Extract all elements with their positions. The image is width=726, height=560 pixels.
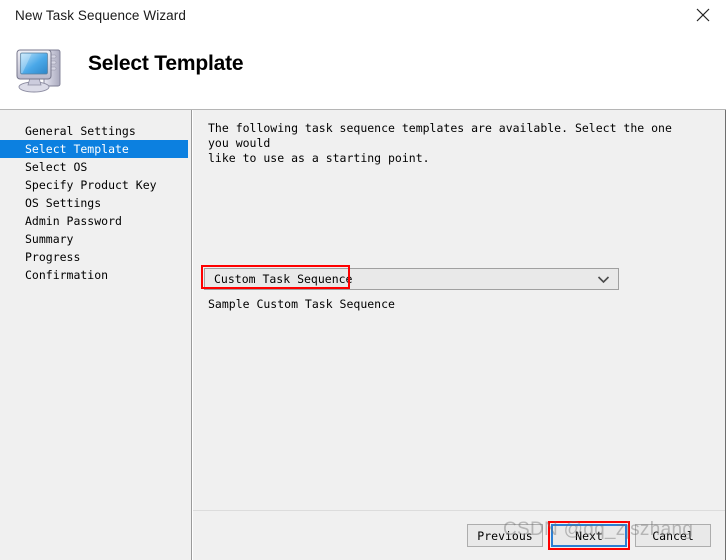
cancel-button[interactable]: Cancel [635,524,711,547]
sidebar-item-general-settings[interactable]: General Settings [0,122,192,140]
wizard-steps-sidebar: General Settings Select Template Select … [0,110,192,560]
close-button[interactable] [680,0,726,30]
window-title: New Task Sequence Wizard [15,8,186,23]
computer-icon [14,42,68,96]
step-list: General Settings Select Template Select … [0,122,192,284]
instruction-line-1: The following task sequence templates ar… [208,121,698,151]
main-content-panel: The following task sequence templates ar… [193,110,726,560]
template-combobox-value: Custom Task Sequence [205,272,588,286]
instruction-text: The following task sequence templates ar… [208,121,698,166]
content-inner: The following task sequence templates ar… [193,110,724,510]
wizard-header: Select Template [0,30,726,110]
sidebar-item-confirmation[interactable]: Confirmation [0,266,192,284]
instruction-line-2: like to use as a starting point. [208,151,698,166]
close-icon [696,8,710,22]
sidebar-item-specify-product-key[interactable]: Specify Product Key [0,176,192,194]
sidebar-item-select-os[interactable]: Select OS [0,158,192,176]
sidebar-item-os-settings[interactable]: OS Settings [0,194,192,212]
template-description: Sample Custom Task Sequence [208,297,395,311]
previous-button[interactable]: Previous [467,524,543,547]
page-title: Select Template [88,52,243,76]
wizard-window: New Task Sequence Wizard [0,0,726,560]
template-combobox-wrapper: Custom Task Sequence [204,268,619,290]
sidebar-item-progress[interactable]: Progress [0,248,192,266]
wizard-footer: Previous Next Cancel [193,510,725,560]
next-button[interactable]: Next [551,524,627,547]
sidebar-item-summary[interactable]: Summary [0,230,192,248]
title-bar: New Task Sequence Wizard [0,0,726,30]
wizard-body: General Settings Select Template Select … [0,110,726,560]
template-combobox[interactable]: Custom Task Sequence [204,268,619,290]
sidebar-item-admin-password[interactable]: Admin Password [0,212,192,230]
sidebar-item-select-template[interactable]: Select Template [0,140,188,158]
chevron-down-icon[interactable] [588,275,618,284]
